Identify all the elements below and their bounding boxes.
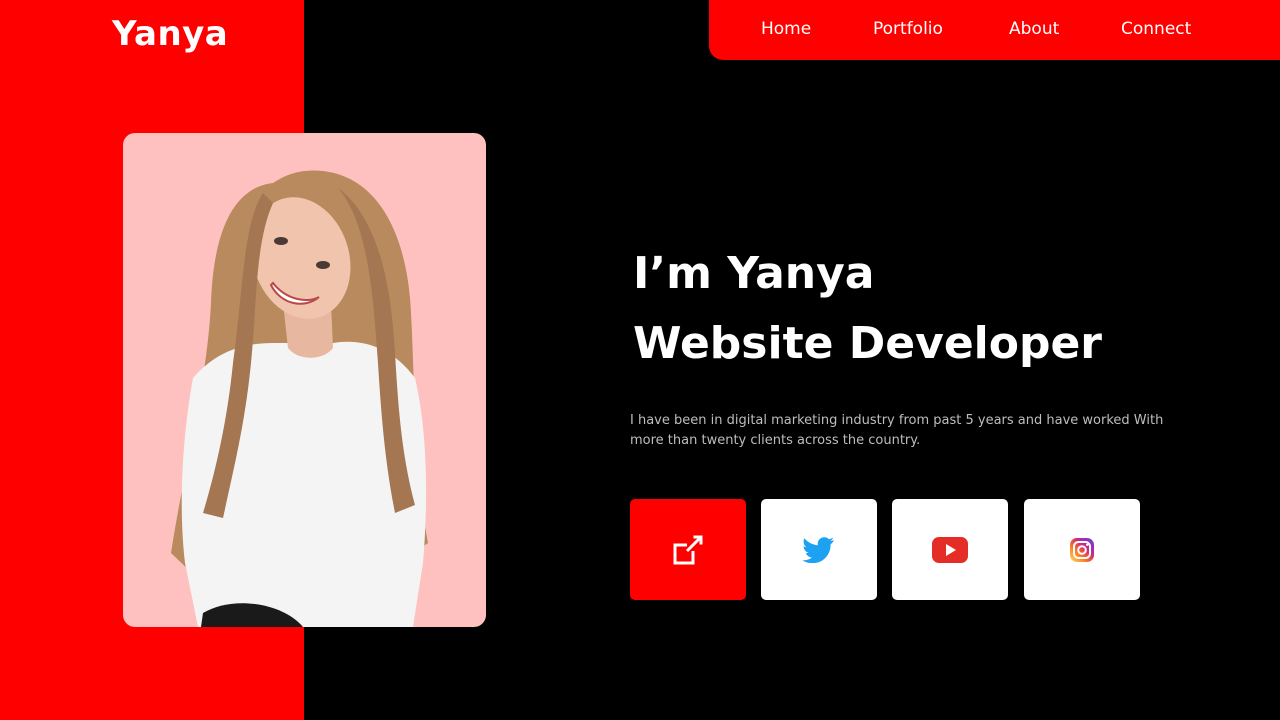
youtube-icon (932, 536, 968, 563)
external-link-button[interactable] (630, 499, 746, 600)
hero-title-line-2: Website Developer (633, 318, 1103, 369)
twitter-button[interactable] (761, 499, 877, 600)
external-link-icon (673, 535, 703, 564)
instagram-button[interactable] (1024, 499, 1140, 600)
nav-home-link[interactable]: Home (761, 19, 811, 39)
nav-portfolio-link[interactable]: Portfolio (873, 19, 943, 39)
hero-title-line-1: I’m Yanya (633, 248, 875, 299)
brand-logo[interactable]: Yanya (112, 14, 228, 54)
youtube-button[interactable] (892, 499, 1008, 600)
profile-photo-card (123, 133, 486, 627)
nav-about-link[interactable]: About (1009, 19, 1059, 39)
hero-description: I have been in digital marketing industr… (630, 413, 1164, 448)
profile-photo (171, 170, 428, 627)
instagram-icon (1070, 537, 1094, 562)
nav-connect-link[interactable]: Connect (1121, 19, 1191, 39)
twitter-icon (803, 536, 834, 563)
top-navbar: Home Portfolio About Connect (709, 0, 1280, 60)
